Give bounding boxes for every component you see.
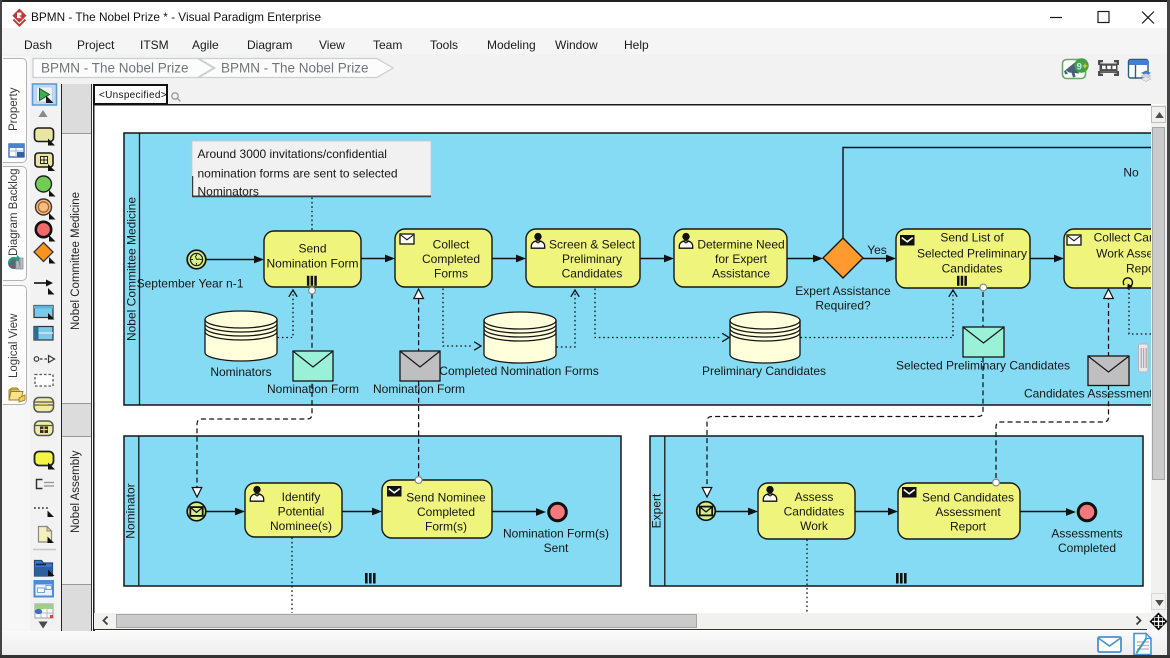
svg-text:Completed: Completed	[422, 252, 480, 266]
svg-text:September Year n-1: September Year n-1	[137, 277, 244, 291]
svg-text:Nobel Committee Medicine: Nobel Committee Medicine	[125, 197, 139, 341]
svg-text:Nomination Form: Nomination Form	[266, 257, 358, 271]
svg-text:Send: Send	[298, 242, 326, 256]
svg-text:Collect: Collect	[433, 238, 470, 252]
svg-text:Candidates: Candidates	[562, 267, 623, 281]
svg-text:Nominators: Nominators	[210, 365, 271, 379]
svg-text:Selected Preliminary Candidate: Selected Preliminary Candidates	[896, 359, 1070, 373]
svg-text:BPMN - The Nobel Prize: BPMN - The Nobel Prize	[41, 61, 189, 76]
svg-text:Sent: Sent	[544, 541, 569, 555]
svg-text:Nominee(s): Nominee(s)	[270, 519, 332, 533]
svg-text:for Expert: for Expert	[715, 252, 768, 266]
svg-text:Determine Need: Determine Need	[697, 238, 784, 252]
svg-text:Send List of: Send List of	[940, 230, 1004, 244]
svg-text:Preliminary: Preliminary	[562, 252, 622, 266]
svg-text:Potential: Potential	[278, 505, 325, 519]
svg-text:Preliminary Candidates: Preliminary Candidates	[702, 364, 826, 378]
svg-text:Work Assessment: Work Assessment	[1096, 247, 1151, 261]
svg-text:9: 9	[1077, 62, 1082, 73]
svg-text:Nominators: Nominators	[198, 185, 259, 199]
svg-text:+: +	[1082, 61, 1087, 71]
svg-text:Assess: Assess	[795, 490, 834, 504]
svg-text:Identify: Identify	[282, 490, 321, 504]
svg-text:No: No	[1123, 166, 1139, 180]
svg-text:Nomination Form(s): Nomination Form(s)	[503, 527, 609, 541]
svg-text:Report: Report	[1126, 261, 1151, 275]
svg-text:Report: Report	[950, 520, 987, 534]
svg-text:Expert Assistance: Expert Assistance	[795, 284, 891, 298]
svg-text:Candidates: Candidates	[784, 505, 845, 519]
svg-text:Send Candidates: Send Candidates	[922, 491, 1014, 505]
svg-text:Candidates: Candidates	[942, 261, 1003, 275]
svg-text:Nomination Form: Nomination Form	[373, 382, 465, 396]
svg-text:Send Nominee: Send Nominee	[406, 491, 486, 505]
svg-text:Around 3000 invitations/confid: Around 3000 invitations/confidential	[198, 147, 387, 161]
svg-text:Work: Work	[800, 519, 829, 533]
svg-text:Completed: Completed	[1058, 541, 1116, 555]
svg-text:Assessments: Assessments	[1051, 527, 1122, 541]
svg-text:BPMN - The Nobel Prize: BPMN - The Nobel Prize	[221, 61, 369, 76]
svg-text:Expert: Expert	[650, 493, 664, 528]
svg-text:Screen & Select: Screen & Select	[549, 238, 636, 252]
svg-text:Selected Preliminary: Selected Preliminary	[917, 247, 1027, 261]
svg-text:Collect Candidates: Collect Candidates	[1094, 230, 1151, 244]
svg-text:Nominator: Nominator	[124, 483, 138, 538]
svg-text:Candidates Assessment Report: Candidates Assessment Report	[1024, 387, 1151, 401]
svg-text:Forms: Forms	[434, 267, 468, 281]
svg-text:Assessment: Assessment	[935, 505, 1001, 519]
svg-text:nomination forms are sent to s: nomination forms are sent to selected	[198, 167, 398, 181]
svg-text:Completed Nomination Forms: Completed Nomination Forms	[439, 364, 598, 378]
svg-text:Completed: Completed	[417, 505, 475, 519]
svg-text:Assistance: Assistance	[712, 267, 770, 281]
svg-text:Form(s): Form(s)	[425, 520, 467, 534]
svg-text:Required?: Required?	[815, 299, 871, 313]
svg-text:Nomination Form: Nomination Form	[267, 382, 359, 396]
svg-text:Yes: Yes	[867, 243, 887, 257]
